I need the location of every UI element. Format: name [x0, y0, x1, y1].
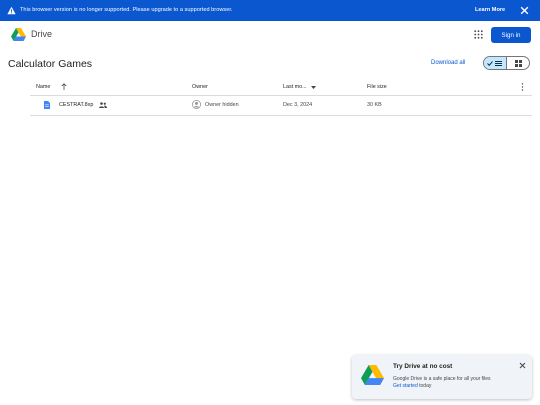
get-started-link[interactable]: Get started	[393, 383, 418, 389]
brand-name[interactable]: Drive	[31, 29, 52, 39]
apps-grid-icon[interactable]	[474, 30, 483, 39]
promo-title: Try Drive at no cost	[393, 363, 453, 370]
close-icon[interactable]	[519, 5, 530, 16]
drive-logo-icon	[361, 365, 384, 385]
column-owner: Owner	[192, 84, 208, 90]
try-drive-promo-card: Try Drive at no cost Google Drive is a s…	[352, 355, 532, 399]
owner-name: Owner hidden	[205, 102, 239, 108]
sign-in-button[interactable]: Sign in	[491, 27, 531, 43]
drive-logo-icon[interactable]	[11, 28, 26, 41]
grid-view-button[interactable]	[507, 57, 529, 69]
file-size: 30 KB	[367, 102, 382, 108]
unsupported-browser-banner: This browser version is no longer suppor…	[0, 0, 540, 21]
view-toggle	[483, 56, 530, 70]
promo-body: Google Drive is a safe place for all you…	[393, 376, 491, 382]
learn-more-link[interactable]: Learn More	[475, 7, 505, 13]
grid-icon	[514, 59, 522, 67]
table-row[interactable]: CESTRAT.8xp Owner hidden Dec 3, 2024 30 …	[30, 96, 532, 116]
promo-cta-line: Get started today	[393, 383, 431, 389]
column-last-modified[interactable]: Last mo...	[283, 84, 307, 90]
download-all-button[interactable]: Download all	[431, 60, 465, 66]
list-view-button[interactable]	[484, 57, 507, 69]
warning-icon	[7, 6, 16, 15]
app-header: Drive Sign in	[0, 21, 540, 49]
promo-cta-suffix: today	[419, 383, 432, 389]
column-file-size: File size	[367, 84, 387, 90]
file-icon	[44, 101, 50, 109]
page-title: Calculator Games	[8, 58, 93, 70]
more-options-icon[interactable]	[521, 83, 524, 91]
file-name[interactable]: CESTRAT.8xp	[59, 102, 93, 108]
close-icon[interactable]	[519, 362, 526, 369]
avatar	[192, 100, 201, 109]
banner-message: This browser version is no longer suppor…	[20, 7, 233, 13]
column-name[interactable]: Name	[36, 84, 50, 90]
shared-people-icon	[99, 102, 107, 108]
last-modified-date: Dec 3, 2024	[283, 102, 313, 108]
sort-ascending-icon[interactable]	[61, 83, 67, 90]
caret-down-icon[interactable]	[311, 86, 316, 89]
table-header: Name Owner Last mo... File size	[30, 80, 532, 96]
checkmark-list-icon	[487, 60, 502, 66]
